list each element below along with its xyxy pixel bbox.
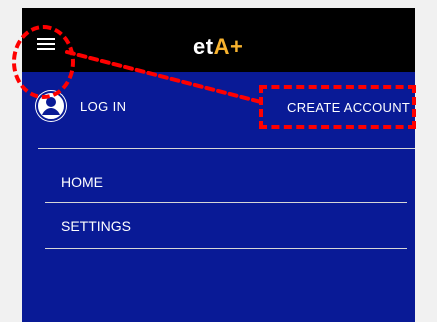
- annotation-box: [259, 85, 416, 129]
- menu-divider: [45, 248, 407, 249]
- logo-accent: A+: [213, 34, 244, 59]
- app-logo: etA+: [193, 35, 243, 59]
- app-frame: etA+ LOG IN CREATE ACCOUNT HOME SETTINGS: [22, 8, 415, 322]
- menu-item-label: SETTINGS: [61, 218, 132, 234]
- menu-item-settings[interactable]: SETTINGS: [45, 218, 407, 258]
- login-label: LOG IN: [80, 98, 127, 114]
- menu-divider: [45, 202, 407, 203]
- top-app-bar: etA+: [22, 8, 415, 72]
- account-divider: [38, 148, 415, 149]
- annotation-circle: [12, 25, 75, 99]
- login-button[interactable]: LOG IN: [35, 86, 255, 126]
- logo-prefix: et: [193, 34, 214, 59]
- menu-item-home[interactable]: HOME: [45, 173, 407, 213]
- menu-item-label: HOME: [61, 174, 103, 190]
